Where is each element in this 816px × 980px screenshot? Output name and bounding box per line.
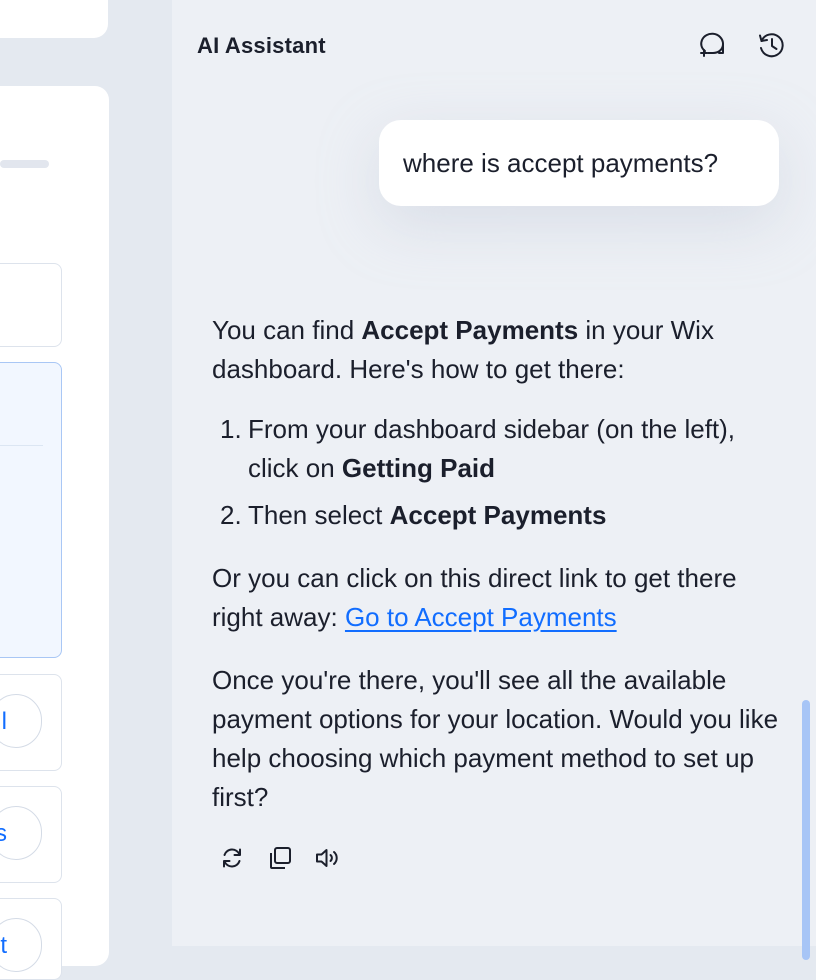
answer-closing: Once you're there, you'll see all the av… <box>212 665 779 812</box>
panel-header: AI Assistant <box>172 0 816 92</box>
message-actions <box>215 841 345 875</box>
ai-assistant-panel: AI Assistant where is accept payments? Y… <box>172 0 816 960</box>
answer-link-paragraph: Or you can click on this direct link to … <box>212 559 792 637</box>
divider <box>0 445 43 446</box>
copy-icon[interactable] <box>263 841 297 875</box>
option-card[interactable] <box>0 263 62 347</box>
accept-payments-link[interactable]: Go to Accept Payments <box>345 602 617 632</box>
list-item: 1. From your dashboard sidebar (on the le… <box>212 410 792 488</box>
steps-list: 1. From your dashboard sidebar (on the le… <box>212 410 792 535</box>
new-chat-icon[interactable] <box>695 28 729 62</box>
answer-bold-text: Accept Payments <box>361 315 579 345</box>
step-text: Then select <box>248 500 390 530</box>
history-icon[interactable] <box>754 28 788 62</box>
step-number: 1. <box>220 414 242 444</box>
panel-title: AI Assistant <box>197 33 326 58</box>
step-number: 2. <box>220 500 242 530</box>
answer-intro: You can find Accept Payments in your Wix… <box>212 311 792 389</box>
user-message-bubble: where is accept payments? <box>379 120 779 206</box>
dashboard-pane: l s t <box>0 0 172 980</box>
progress-bar <box>0 160 49 168</box>
option-card-selected[interactable] <box>0 362 62 658</box>
speaker-icon[interactable] <box>311 841 345 875</box>
top-card <box>0 0 108 38</box>
step-bold-text: Getting Paid <box>341 453 496 483</box>
scrollbar-thumb[interactable] <box>802 700 810 960</box>
answer-text: You can find <box>212 315 362 345</box>
regenerate-icon[interactable] <box>215 841 249 875</box>
assistant-message: You can find Accept Payments in your Wix… <box>212 311 792 817</box>
step-bold-text: Accept Payments <box>389 500 607 530</box>
list-item: 2. Then select Accept Payments <box>212 496 792 535</box>
